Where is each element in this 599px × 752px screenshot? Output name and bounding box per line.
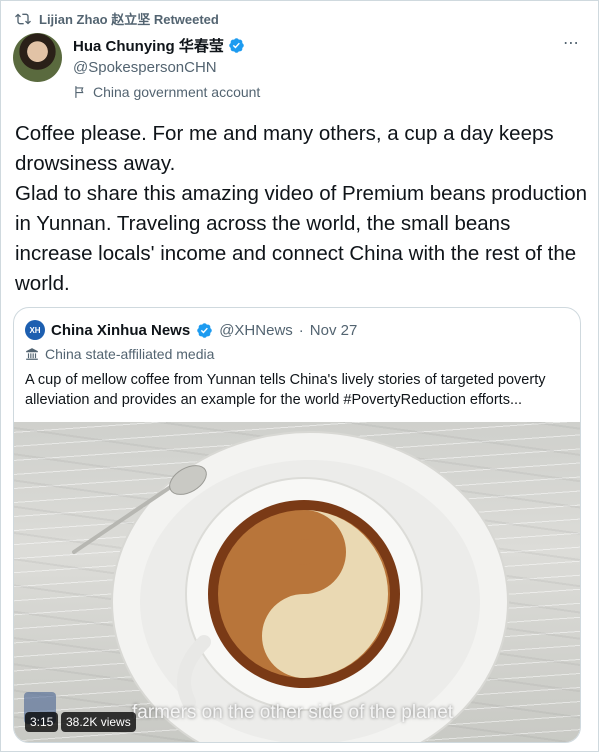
author-name-row[interactable]: Hua Chunying 华春莹: [73, 35, 260, 56]
author-block: Hua Chunying 华春莹 @SpokespersonCHN China …: [73, 35, 260, 100]
retweet-label: Lijian Zhao 赵立坚 Retweeted: [39, 12, 219, 27]
quoted-tweet-date[interactable]: Nov 27: [310, 322, 358, 339]
separator-dot: ·: [298, 321, 304, 339]
building-icon: [26, 348, 38, 360]
coffee-cup-image: [72, 431, 509, 742]
video-player[interactable]: farmers on the other side of the planet …: [14, 422, 580, 742]
video-views: 38.2K views: [61, 712, 136, 732]
xinhua-avatar-icon[interactable]: XH: [25, 320, 45, 340]
quoted-author-name[interactable]: China Xinhua News: [51, 322, 190, 339]
video-duration: 3:15: [25, 712, 59, 732]
retweet-icon: [15, 13, 31, 24]
government-account-text: China government account: [93, 84, 261, 100]
tweet-text-line: Glad to share this amazing video of Prem…: [15, 182, 588, 295]
quoted-tweet-card[interactable]: XH China Xinhua News @XHNews · Nov 27 Ch…: [13, 307, 581, 743]
government-account-label[interactable]: China government account: [73, 84, 260, 100]
author-handle[interactable]: @SpokespersonCHN: [73, 59, 260, 76]
verified-badge-icon: [197, 322, 212, 338]
more-options-button[interactable]: ⋯: [563, 33, 580, 53]
retweet-indicator[interactable]: Lijian Zhao 赵立坚 Retweeted: [15, 9, 219, 28]
state-affiliated-text: China state-affiliated media: [45, 346, 215, 362]
quoted-tweet-header: XH China Xinhua News @XHNews · Nov 27: [25, 320, 357, 340]
flag-icon: [75, 86, 84, 98]
tweet-text: Coffee please. For me and many others, a…: [15, 119, 589, 299]
quoted-tweet-text: A cup of mellow coffee from Yunnan tells…: [25, 372, 546, 408]
state-affiliated-label[interactable]: China state-affiliated media: [25, 346, 214, 362]
verified-badge-icon: [229, 38, 244, 53]
video-subtitle: farmers on the other side of the planet: [132, 702, 454, 723]
quoted-author-handle[interactable]: @XHNews: [219, 322, 293, 339]
author-name[interactable]: Hua Chunying 华春莹: [73, 35, 224, 56]
avatar[interactable]: [13, 33, 62, 82]
tweet-text-line: Coffee please. For me and many others, a…: [15, 122, 554, 175]
